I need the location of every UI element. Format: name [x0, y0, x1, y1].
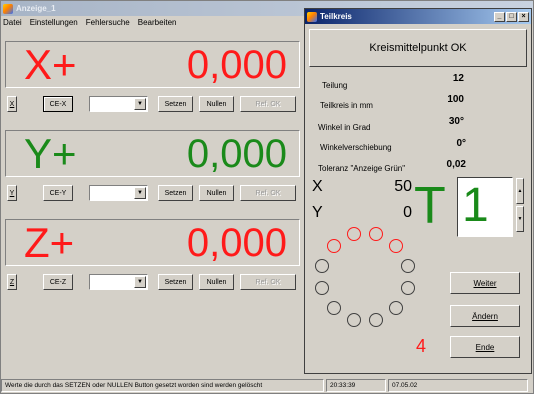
- ce-x-button[interactable]: CE-X: [43, 96, 73, 112]
- axis-x-check-button[interactable]: X: [7, 96, 17, 112]
- axis-x-name: X+: [24, 41, 77, 88]
- chevron-down-icon[interactable]: ▼: [134, 187, 146, 199]
- axis-y-combo[interactable]: ▼: [89, 185, 148, 201]
- axis-z-display: Z+ 0,000: [5, 219, 300, 266]
- axis-x-nullen-button[interactable]: Nullen: [199, 96, 234, 112]
- bolt-hole-6: [400, 281, 415, 296]
- axis-x-controls: X CE-X ▼ Setzen Nullen Ref. OK: [5, 96, 300, 114]
- axis-z-nullen-button[interactable]: Nullen: [199, 274, 234, 290]
- bolt-hole-4: [389, 238, 404, 253]
- chevron-down-icon[interactable]: ▼: [134, 276, 146, 288]
- bolt-hole-5: [400, 258, 415, 273]
- bolt-hole-11: [315, 281, 330, 296]
- teilkreis-title: Teilkreis: [320, 12, 352, 21]
- axis-y-check-button[interactable]: Y: [7, 185, 17, 201]
- ende-button[interactable]: Ende: [450, 336, 520, 358]
- axis-z-check-button[interactable]: Z: [7, 274, 17, 290]
- y-coord-label: Y: [312, 204, 323, 221]
- bolt-circle-diagram: [310, 225, 420, 335]
- axis-z-refok-button[interactable]: Ref. OK: [240, 274, 296, 290]
- teilkreis-mm-value: 100: [447, 94, 464, 105]
- bolt-hole-2: [346, 227, 361, 242]
- tool-number-value: 1: [462, 179, 489, 232]
- status-date: 07.05.02: [388, 379, 528, 392]
- menu-bearbeiten[interactable]: Bearbeiten: [138, 18, 177, 27]
- bolt-hole-12: [315, 258, 330, 273]
- bolt-hole-7: [389, 301, 404, 316]
- spin-up-icon[interactable]: ▲: [516, 178, 524, 204]
- close-icon[interactable]: ×: [518, 11, 529, 22]
- status-time: 20:33:39: [326, 379, 386, 392]
- x-coord-label: X: [312, 178, 323, 195]
- axis-x-combo[interactable]: ▼: [89, 96, 148, 112]
- teilkreis-titlebar[interactable]: Teilkreis _ □ ×: [305, 9, 531, 24]
- bolt-hole-8: [369, 312, 384, 327]
- axis-z-value: 0,000: [186, 221, 287, 265]
- winkelverschiebung-label: Winkelverschiebung: [320, 143, 392, 152]
- teilkreis-mm-label: Teilkreis in mm: [320, 101, 373, 110]
- menu-fehlersuche[interactable]: Fehlersuche: [86, 18, 130, 27]
- toleranz-label: Toleranz "Anzeige Grün": [318, 164, 406, 173]
- axis-z-name: Z+: [24, 219, 75, 266]
- x-coord-value: 50: [394, 178, 412, 195]
- bolt-hole-1: [326, 238, 341, 253]
- anzeige-title: Anzeige_1: [16, 4, 56, 13]
- bolt-hole-9: [346, 312, 361, 327]
- axis-x-value: 0,000: [186, 43, 287, 87]
- y-coord-value: 0: [403, 204, 412, 221]
- axis-y-nullen-button[interactable]: Nullen: [199, 185, 234, 201]
- winkel-label: Winkel in Grad: [318, 123, 371, 132]
- app-logo-icon: [307, 11, 317, 22]
- ce-z-button[interactable]: CE-Z: [43, 274, 73, 290]
- axis-y-refok-button[interactable]: Ref. OK: [240, 185, 296, 201]
- weiter-button[interactable]: Weiter: [450, 272, 520, 294]
- menu-datei[interactable]: Datei: [3, 18, 22, 27]
- current-hole-number: 4: [416, 336, 427, 356]
- kreismittelpunkt-button[interactable]: Kreismittelpunkt OK: [309, 29, 527, 67]
- axis-z-controls: Z CE-Z ▼ Setzen Nullen Ref. OK: [5, 274, 300, 292]
- axis-y-name: Y+: [24, 130, 77, 177]
- axis-y-display: Y+ 0,000: [5, 130, 300, 177]
- anzeige-statusbar: Werte die durch das SETZEN oder NULLEN B…: [1, 379, 533, 393]
- ce-y-button[interactable]: CE-Y: [43, 185, 73, 201]
- bolt-hole-3: [369, 227, 384, 242]
- axis-x-refok-button[interactable]: Ref. OK: [240, 96, 296, 112]
- bolt-hole-10: [326, 301, 341, 316]
- axis-z-setzen-button[interactable]: Setzen: [158, 274, 193, 290]
- chevron-down-icon[interactable]: ▼: [134, 98, 146, 110]
- status-message: Werte die durch das SETZEN oder NULLEN B…: [1, 379, 324, 392]
- axis-y-value: 0,000: [186, 132, 287, 176]
- axis-z-combo[interactable]: ▼: [89, 274, 148, 290]
- winkel-value: 30°: [448, 116, 464, 127]
- andern-button[interactable]: Ändern: [450, 305, 520, 327]
- tool-number-field[interactable]: 1: [457, 177, 513, 237]
- axis-y-controls: Y CE-Y ▼ Setzen Nullen Ref. OK: [5, 185, 300, 203]
- axis-y-setzen-button[interactable]: Setzen: [158, 185, 193, 201]
- app-logo-icon: [3, 3, 13, 14]
- toleranz-value: 0,02: [446, 159, 466, 170]
- minimize-icon[interactable]: _: [494, 11, 505, 22]
- menu-einstellungen[interactable]: Einstellungen: [30, 18, 78, 27]
- axis-x-setzen-button[interactable]: Setzen: [158, 96, 193, 112]
- maximize-icon[interactable]: □: [506, 11, 517, 22]
- spin-down-icon[interactable]: ▼: [516, 206, 524, 232]
- axis-x-display: X+ 0,000: [5, 41, 300, 88]
- teilung-label: Teilung: [322, 81, 348, 90]
- winkelverschiebung-value: 0°: [456, 138, 466, 149]
- teilung-value: 12: [452, 73, 464, 84]
